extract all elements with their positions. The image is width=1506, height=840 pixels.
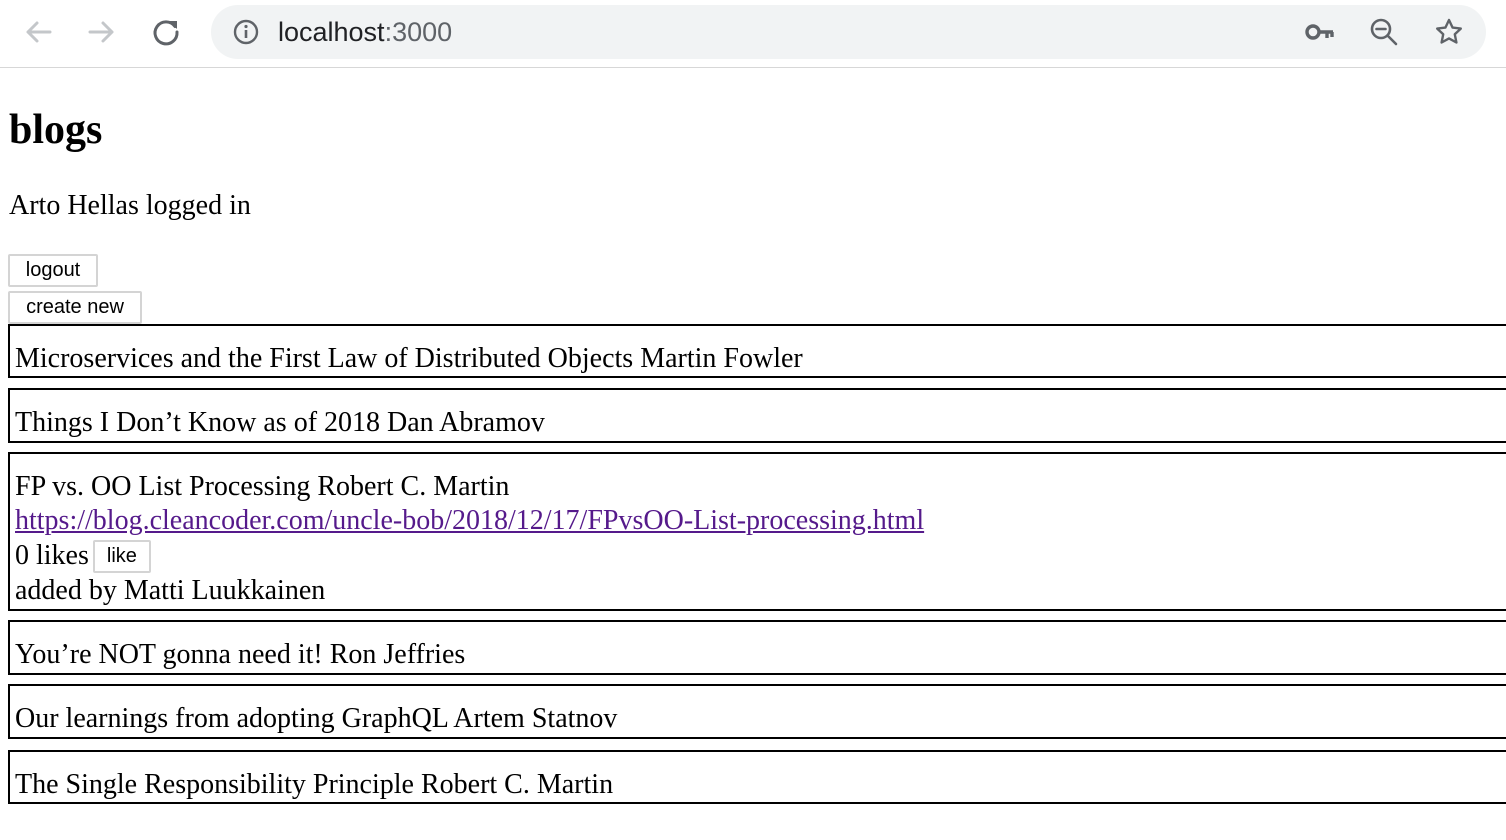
blog-title-author[interactable]: The Single Responsibility Principle Robe… bbox=[15, 768, 1506, 802]
login-status: Arto Hellas logged in bbox=[9, 190, 251, 221]
blog-title-author[interactable]: Things I Don’t Know as of 2018 Dan Abram… bbox=[15, 406, 1506, 440]
blog-url-link[interactable]: https://blog.cleancoder.com/uncle-bob/20… bbox=[15, 504, 1506, 538]
blog-item[interactable]: The Single Responsibility Principle Robe… bbox=[8, 750, 1506, 804]
blog-item[interactable]: Microservices and the First Law of Distr… bbox=[8, 324, 1506, 378]
logout-button[interactable]: logout bbox=[8, 254, 98, 287]
url-text[interactable]: localhost:3000 bbox=[278, 16, 452, 48]
bookmark-star-icon[interactable] bbox=[1434, 17, 1464, 47]
browser-toolbar: localhost:3000 bbox=[0, 0, 1506, 68]
likes-row: 0 likes like bbox=[15, 538, 1506, 574]
forward-arrow-icon[interactable] bbox=[84, 14, 120, 50]
address-bar[interactable]: localhost:3000 bbox=[211, 5, 1486, 59]
blog-title-author[interactable]: Microservices and the First Law of Distr… bbox=[15, 342, 1506, 376]
reload-icon[interactable] bbox=[148, 14, 184, 50]
info-icon[interactable] bbox=[233, 19, 259, 45]
added-by-text: added by Matti Luukkainen bbox=[15, 575, 326, 606]
page-title: blogs bbox=[9, 107, 103, 153]
blog-title-author[interactable]: You’re NOT gonna need it! Ron Jeffries bbox=[15, 638, 1506, 672]
blog-title-author[interactable]: Our learnings from adopting GraphQL Arte… bbox=[15, 702, 1506, 736]
url-port: :3000 bbox=[384, 17, 453, 47]
blog-item[interactable]: You’re NOT gonna need it! Ron Jeffries bbox=[8, 620, 1506, 675]
zoom-out-icon[interactable] bbox=[1369, 17, 1399, 47]
url-host: localhost bbox=[278, 17, 385, 47]
like-button[interactable]: like bbox=[92, 539, 151, 573]
blog-item-expanded[interactable]: FP vs. OO List Processing Robert C. Mart… bbox=[8, 452, 1506, 611]
create-new-button[interactable]: create new bbox=[8, 291, 142, 324]
key-icon[interactable] bbox=[1305, 17, 1335, 47]
blog-title-author[interactable]: FP vs. OO List Processing Robert C. Mart… bbox=[15, 470, 1506, 504]
likes-count: 0 likes bbox=[15, 540, 89, 571]
blog-item[interactable]: Our learnings from adopting GraphQL Arte… bbox=[8, 684, 1506, 739]
blog-item[interactable]: Things I Don’t Know as of 2018 Dan Abram… bbox=[8, 388, 1506, 443]
back-arrow-icon[interactable] bbox=[20, 14, 56, 50]
